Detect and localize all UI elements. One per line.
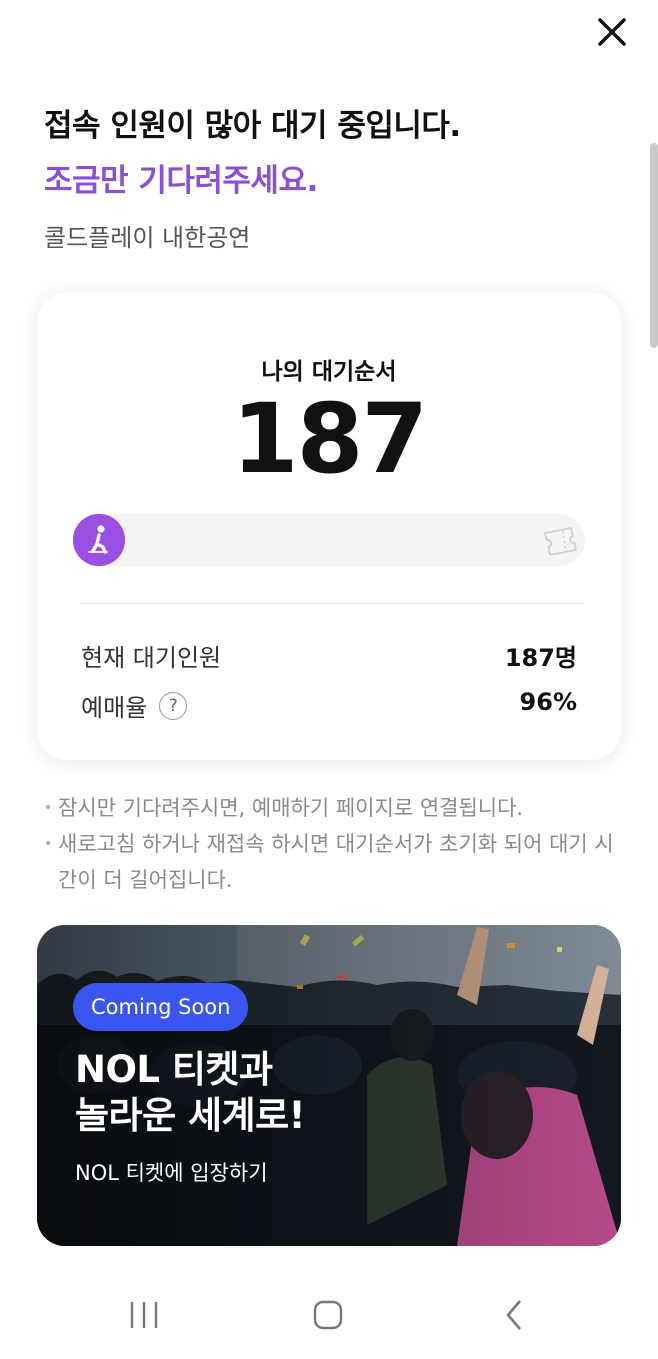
runner-icon bbox=[73, 514, 125, 566]
notice-list: • 잠시만 기다려주시면, 예매하기 페이지로 연결됩니다. • 새로고침 하거… bbox=[44, 790, 624, 898]
coming-soon-badge: Coming Soon bbox=[73, 983, 249, 1031]
current-waiting-value: 187명 bbox=[504, 644, 577, 672]
banner-link-text: NOL 티켓에 입장하기 bbox=[75, 1161, 268, 1185]
system-nav-bar bbox=[0, 1270, 658, 1359]
home-button[interactable] bbox=[298, 1290, 358, 1340]
booking-rate-label-row: 예매율 ? bbox=[81, 688, 188, 723]
banner-title-line1: NOL 티켓과 bbox=[75, 1048, 273, 1091]
recent-apps-icon bbox=[130, 1302, 158, 1328]
close-button[interactable] bbox=[592, 12, 632, 52]
event-name: 콜드플레이 내한공연 bbox=[44, 224, 251, 252]
progress-runner bbox=[73, 514, 125, 566]
queue-card: 나의 대기순서 187 현재 대기인원 187명 예매율 ? 96% bbox=[37, 292, 621, 760]
scrollbar[interactable] bbox=[650, 143, 658, 348]
close-icon bbox=[598, 18, 626, 46]
card-divider bbox=[81, 603, 585, 604]
queue-label: 나의 대기순서 bbox=[261, 359, 397, 385]
recent-apps-button[interactable] bbox=[114, 1290, 174, 1340]
booking-rate-value: 96% bbox=[519, 688, 577, 716]
booking-rate-label: 예매율 bbox=[81, 694, 148, 722]
help-icon[interactable]: ? bbox=[159, 691, 188, 720]
back-button[interactable] bbox=[484, 1290, 544, 1340]
bullet-icon: • bbox=[44, 800, 53, 816]
page-subtitle: 조금만 기다려주세요. bbox=[44, 163, 318, 199]
current-waiting-label: 현재 대기인원 bbox=[81, 644, 222, 672]
queue-position: 187 bbox=[231, 383, 428, 495]
bullet-icon: • bbox=[44, 836, 53, 852]
page-title: 접속 인원이 많아 대기 중입니다. bbox=[44, 108, 461, 144]
home-icon bbox=[313, 1300, 343, 1330]
notice-item: • 새로고침 하거나 재접속 하시면 대기순서가 초기화 되어 대기 시간이 더… bbox=[44, 826, 624, 898]
back-icon bbox=[506, 1300, 521, 1330]
banner-title: NOL 티켓과 놀라운 세계로! bbox=[75, 1047, 306, 1139]
notice-item: • 잠시만 기다려주시면, 예매하기 페이지로 연결됩니다. bbox=[44, 790, 624, 826]
notice-text: 새로고침 하거나 재접속 하시면 대기순서가 초기화 되어 대기 시간이 더 길… bbox=[58, 832, 614, 892]
promo-banner[interactable]: Coming Soon NOL 티켓과 놀라운 세계로! NOL 티켓에 입장하… bbox=[37, 925, 621, 1246]
banner-title-line2: 놀라운 세계로! bbox=[75, 1094, 306, 1137]
ticket-icon bbox=[544, 527, 577, 555]
queue-progress-track bbox=[73, 514, 585, 566]
notice-text: 잠시만 기다려주시면, 예매하기 페이지로 연결됩니다. bbox=[58, 796, 524, 820]
